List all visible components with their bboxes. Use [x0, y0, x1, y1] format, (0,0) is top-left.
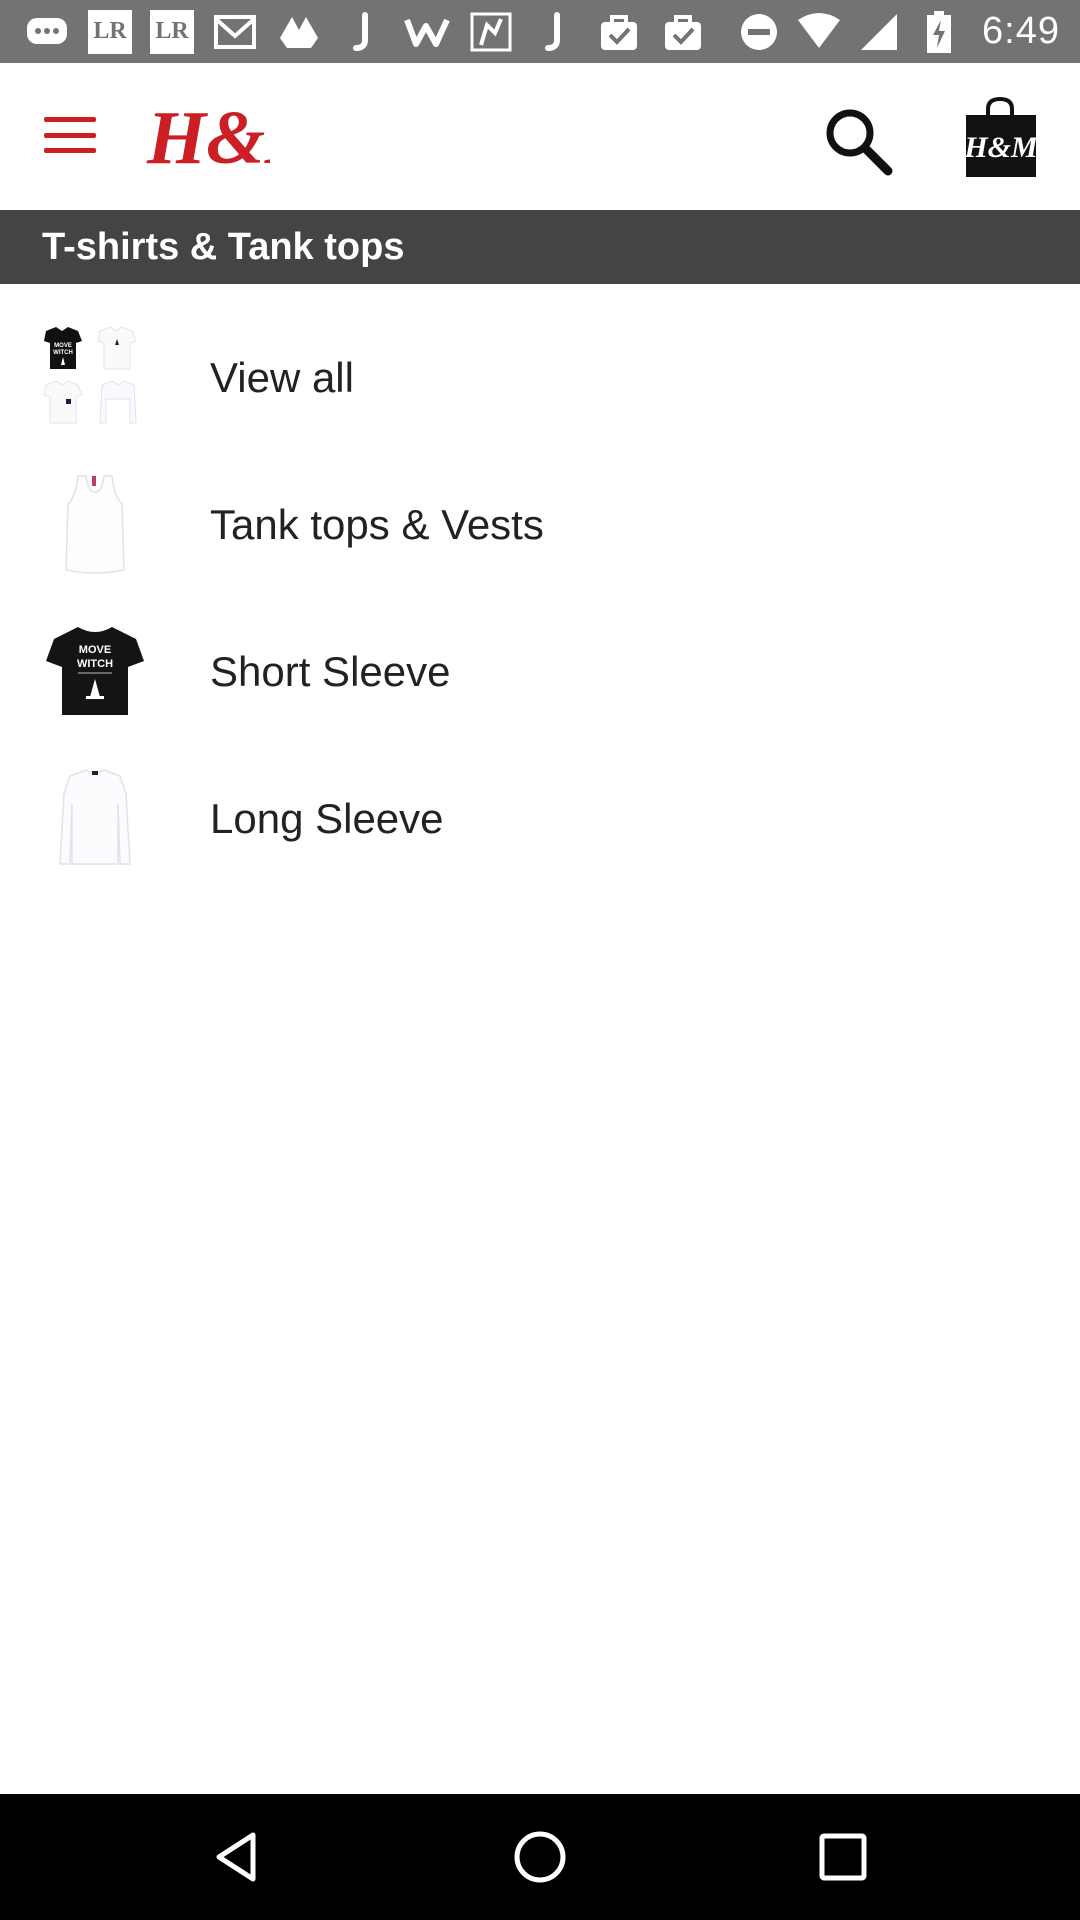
lr-icon: LR — [150, 9, 194, 54]
w-icon — [404, 9, 450, 55]
search-icon — [826, 109, 893, 176]
bag-logo-text: H&M — [963, 131, 1039, 164]
thumb-text-move: MOVE — [54, 343, 72, 349]
category-label: Tank tops & Vests — [210, 500, 544, 548]
mail-icon — [212, 9, 258, 55]
bag-check-icon — [596, 9, 642, 55]
j-icon — [532, 9, 578, 55]
recents-button[interactable] — [808, 1822, 878, 1892]
drive-icon — [276, 9, 322, 55]
thumb-text-move: MOVE — [79, 644, 111, 656]
category-item-long-sleeve[interactable]: Long Sleeve — [0, 745, 1080, 892]
app-header: H&M H&M — [0, 63, 1080, 210]
category-item-tank-tops[interactable]: Tank tops & Vests — [0, 451, 1080, 598]
status-bar: LR LR 6:49 — [0, 0, 1080, 63]
signal-icon — [856, 9, 902, 55]
dnd-icon — [736, 9, 782, 55]
search-button[interactable] — [818, 101, 898, 181]
category-list: MOVE WITCH View all Tank tops & Vests MO… — [0, 284, 1080, 892]
category-item-short-sleeve[interactable]: MOVE WITCH Short Sleeve — [0, 598, 1080, 745]
white-longsleeve-thumbnail — [40, 764, 150, 874]
shopping-bag-icon: H&M — [963, 96, 1039, 177]
thumb-text-witch: WITCH — [53, 350, 73, 356]
section-header: T-shirts & Tank tops — [0, 210, 1080, 284]
j-icon — [340, 9, 386, 55]
back-icon — [216, 1832, 256, 1882]
wifi-icon — [796, 9, 842, 55]
category-item-view-all[interactable]: MOVE WITCH View all — [0, 304, 1080, 451]
home-button[interactable] — [505, 1822, 575, 1892]
back-button[interactable] — [202, 1822, 272, 1892]
home-icon — [514, 1831, 566, 1883]
battery-charging-icon — [916, 9, 962, 55]
chat-icon — [24, 9, 70, 55]
hm-logo[interactable]: H&M — [145, 91, 335, 181]
bag-check-icon — [660, 9, 706, 55]
hamburger-icon — [44, 117, 96, 122]
system-icons: 6:49 — [736, 9, 1060, 55]
tank-top-thumbnail — [40, 470, 150, 580]
notification-icons: LR LR — [24, 9, 706, 55]
map-icon — [468, 9, 514, 55]
menu-button[interactable] — [40, 109, 100, 161]
black-tshirt-thumbnail: MOVE WITCH — [40, 617, 150, 727]
recents-icon — [819, 1833, 867, 1881]
logo-text: H&M — [146, 96, 270, 180]
thumb-text-witch: WITCH — [77, 658, 113, 670]
category-label: Short Sleeve — [210, 647, 451, 695]
grid-tshirts-thumbnail: MOVE WITCH — [40, 323, 150, 433]
category-label: Long Sleeve — [210, 794, 444, 842]
category-label: View all — [210, 353, 354, 401]
section-title: T-shirts & Tank tops — [42, 225, 405, 268]
shopping-bag-button[interactable]: H&M — [960, 95, 1040, 180]
lr-icon: LR — [88, 9, 132, 54]
navigation-bar — [0, 1794, 1080, 1920]
clock: 6:49 — [982, 10, 1060, 52]
